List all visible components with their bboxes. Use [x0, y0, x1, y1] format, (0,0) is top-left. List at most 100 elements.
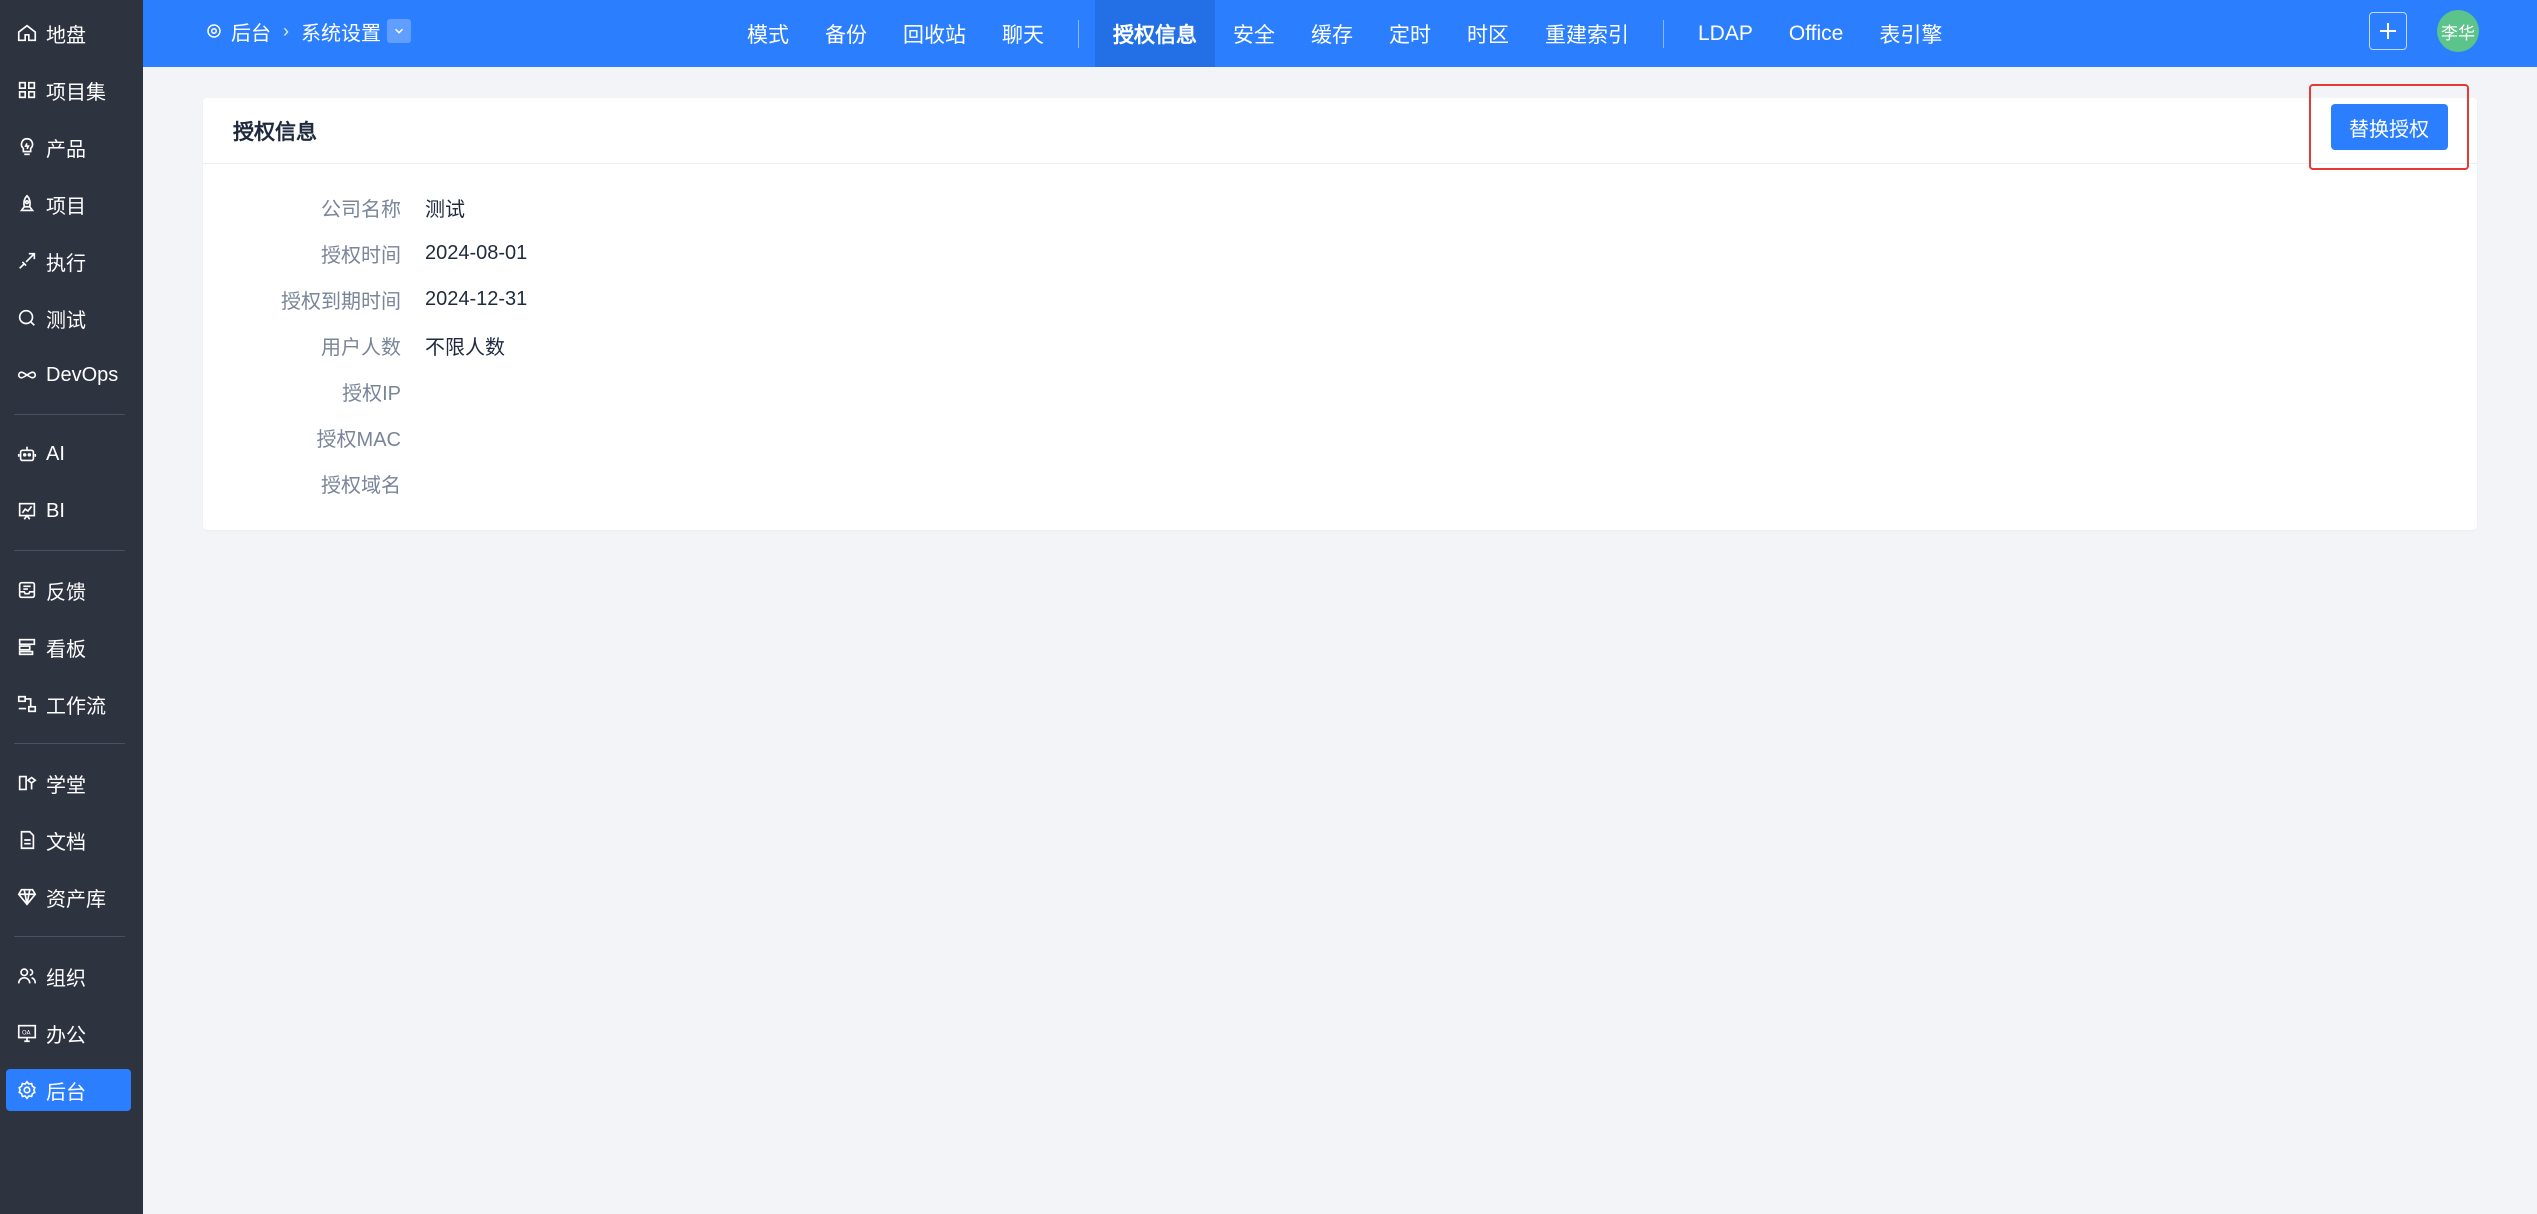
sidebar-item-oa[interactable]: OA 办公: [6, 1012, 131, 1054]
sidebar-item-kanban[interactable]: 看板: [6, 626, 131, 668]
tab-security[interactable]: 安全: [1215, 0, 1293, 67]
info-row-user-count: 用户人数 不限人数: [203, 322, 2477, 368]
sidebar-item-doc[interactable]: 文档: [6, 819, 131, 861]
tab-ldap[interactable]: LDAP: [1680, 0, 1771, 67]
sidebar: 地盘 项目集 产品 项目 执行 测试 DevOps AI BI 反馈 看板 工作…: [0, 0, 143, 1214]
magnifier-icon: [16, 307, 38, 329]
sidebar-item-program[interactable]: 项目集: [6, 69, 131, 111]
tab-office[interactable]: Office: [1771, 0, 1861, 67]
info-label: 用户人数: [321, 336, 401, 359]
tab-table-engine[interactable]: 表引擎: [1861, 0, 1960, 67]
breadcrumb: 后台 › 系统设置: [205, 0, 411, 62]
info-label: 授权到期时间: [281, 290, 401, 313]
info-label: 授权时间: [321, 244, 401, 267]
home-icon: [16, 22, 38, 44]
sidebar-item-label: 执行: [46, 252, 86, 275]
tab-license[interactable]: 授权信息: [1095, 0, 1215, 67]
sidebar-item-project[interactable]: 项目: [6, 183, 131, 225]
sidebar-item-ai[interactable]: AI: [6, 433, 131, 475]
sidebar-item-academy[interactable]: 学堂: [6, 762, 131, 804]
sidebar-item-workflow[interactable]: 工作流: [6, 683, 131, 725]
sidebar-item-feedback[interactable]: 反馈: [6, 569, 131, 611]
sidebar-divider: [14, 936, 125, 937]
page-title: 授权信息: [233, 120, 317, 144]
sidebar-item-bi[interactable]: BI: [6, 490, 131, 532]
tab-cache[interactable]: 缓存: [1293, 0, 1371, 67]
tab-rebuild-index[interactable]: 重建索引: [1527, 0, 1647, 67]
chevron-down-icon[interactable]: [387, 19, 411, 43]
people-icon: [16, 965, 38, 987]
create-button[interactable]: [2369, 12, 2407, 50]
sidebar-item-qa[interactable]: 测试: [6, 297, 131, 339]
sidebar-divider: [14, 414, 125, 415]
infinity-icon: [16, 364, 38, 386]
panel-header: 授权信息: [203, 98, 2477, 164]
sidebar-item-label: 后台: [46, 1081, 86, 1104]
sidebar-item-label: 地盘: [46, 24, 86, 47]
tab-backup[interactable]: 备份: [807, 0, 885, 67]
sidebar-item-label: DevOps: [46, 363, 119, 386]
sidebar-item-label: 学堂: [46, 774, 86, 797]
tab-separator: [1078, 19, 1079, 48]
sidebar-item-label: 反馈: [46, 581, 86, 604]
tab-timezone[interactable]: 时区: [1449, 0, 1527, 67]
sidebar-divider: [14, 550, 125, 551]
tab-separator: [1663, 19, 1664, 48]
sidebar-item-label: 测试: [46, 309, 86, 332]
info-label: 公司名称: [321, 198, 401, 221]
gear-icon: [207, 24, 221, 38]
sidebar-item-product[interactable]: 产品: [6, 126, 131, 168]
replace-license-button[interactable]: 替换授权: [2330, 104, 2448, 150]
info-value: 不限人数: [425, 336, 505, 359]
robot-icon: [16, 443, 38, 465]
settings-tabs: 模式 备份 回收站 聊天 授权信息 安全 缓存 定时 时区 重建索引 LDAP …: [729, 0, 1960, 67]
sidebar-item-org[interactable]: 组织: [6, 955, 131, 997]
flow-icon: [16, 693, 38, 715]
sidebar-item-label: 产品: [46, 138, 86, 161]
info-value: 测试: [425, 198, 465, 221]
sidebar-item-execution[interactable]: 执行: [6, 240, 131, 282]
sidebar-item-label: 工作流: [46, 695, 106, 718]
breadcrumb-root[interactable]: 后台: [231, 17, 271, 46]
grid-icon: [16, 79, 38, 101]
license-panel: 授权信息 替换授权 公司名称 测试 授权时间 2024-08-01 授权到期时间…: [203, 84, 2477, 530]
info-row-mac: 授权MAC: [203, 414, 2477, 460]
info-value: 2024-12-31: [425, 287, 528, 310]
sidebar-item-devops[interactable]: DevOps: [6, 354, 131, 396]
sidebar-item-label: 办公: [46, 1024, 86, 1047]
tab-cron[interactable]: 定时: [1371, 0, 1449, 67]
top-bar: 后台 › 系统设置 模式 备份 回收站 聊天 授权信息 安全 缓存 定时 时区 …: [143, 0, 2537, 67]
info-label: 授权域名: [321, 474, 401, 497]
run-icon: [16, 250, 38, 272]
academy-icon: [16, 772, 38, 794]
info-row-company: 公司名称 测试: [203, 184, 2477, 230]
tab-mode[interactable]: 模式: [729, 0, 807, 67]
chevron-right-icon: ›: [283, 20, 289, 41]
sidebar-item-label: AI: [46, 442, 65, 465]
document-icon: [16, 829, 38, 851]
avatar[interactable]: 李华: [2437, 10, 2479, 52]
sidebar-item-label: 看板: [46, 638, 86, 661]
info-row-ip: 授权IP: [203, 368, 2477, 414]
license-info-list: 公司名称 测试 授权时间 2024-08-01 授权到期时间 2024-12-3…: [203, 164, 2477, 506]
sidebar-item-label: 文档: [46, 831, 86, 854]
gear-icon: [16, 1079, 38, 1101]
sidebar-item-label: 项目集: [46, 81, 106, 104]
kanban-icon: [16, 636, 38, 658]
info-row-expire-date: 授权到期时间 2024-12-31: [203, 276, 2477, 322]
top-right-actions: 李华: [2369, 0, 2479, 62]
sidebar-item-admin[interactable]: 后台: [6, 1069, 131, 1111]
tab-trash[interactable]: 回收站: [885, 0, 984, 67]
info-label: 授权IP: [342, 382, 401, 405]
info-row-domain: 授权域名: [203, 460, 2477, 506]
sidebar-item-home[interactable]: 地盘: [6, 12, 131, 54]
sidebar-divider: [14, 743, 125, 744]
sidebar-item-assetlib[interactable]: 资产库: [6, 876, 131, 918]
info-label: 授权MAC: [316, 428, 401, 451]
rocket-icon: [16, 193, 38, 215]
breadcrumb-current[interactable]: 系统设置: [301, 17, 381, 46]
svg-text:OA: OA: [22, 1029, 32, 1036]
oa-icon: OA: [16, 1022, 38, 1044]
sidebar-item-label: BI: [46, 499, 65, 522]
tab-chat[interactable]: 聊天: [984, 0, 1062, 67]
